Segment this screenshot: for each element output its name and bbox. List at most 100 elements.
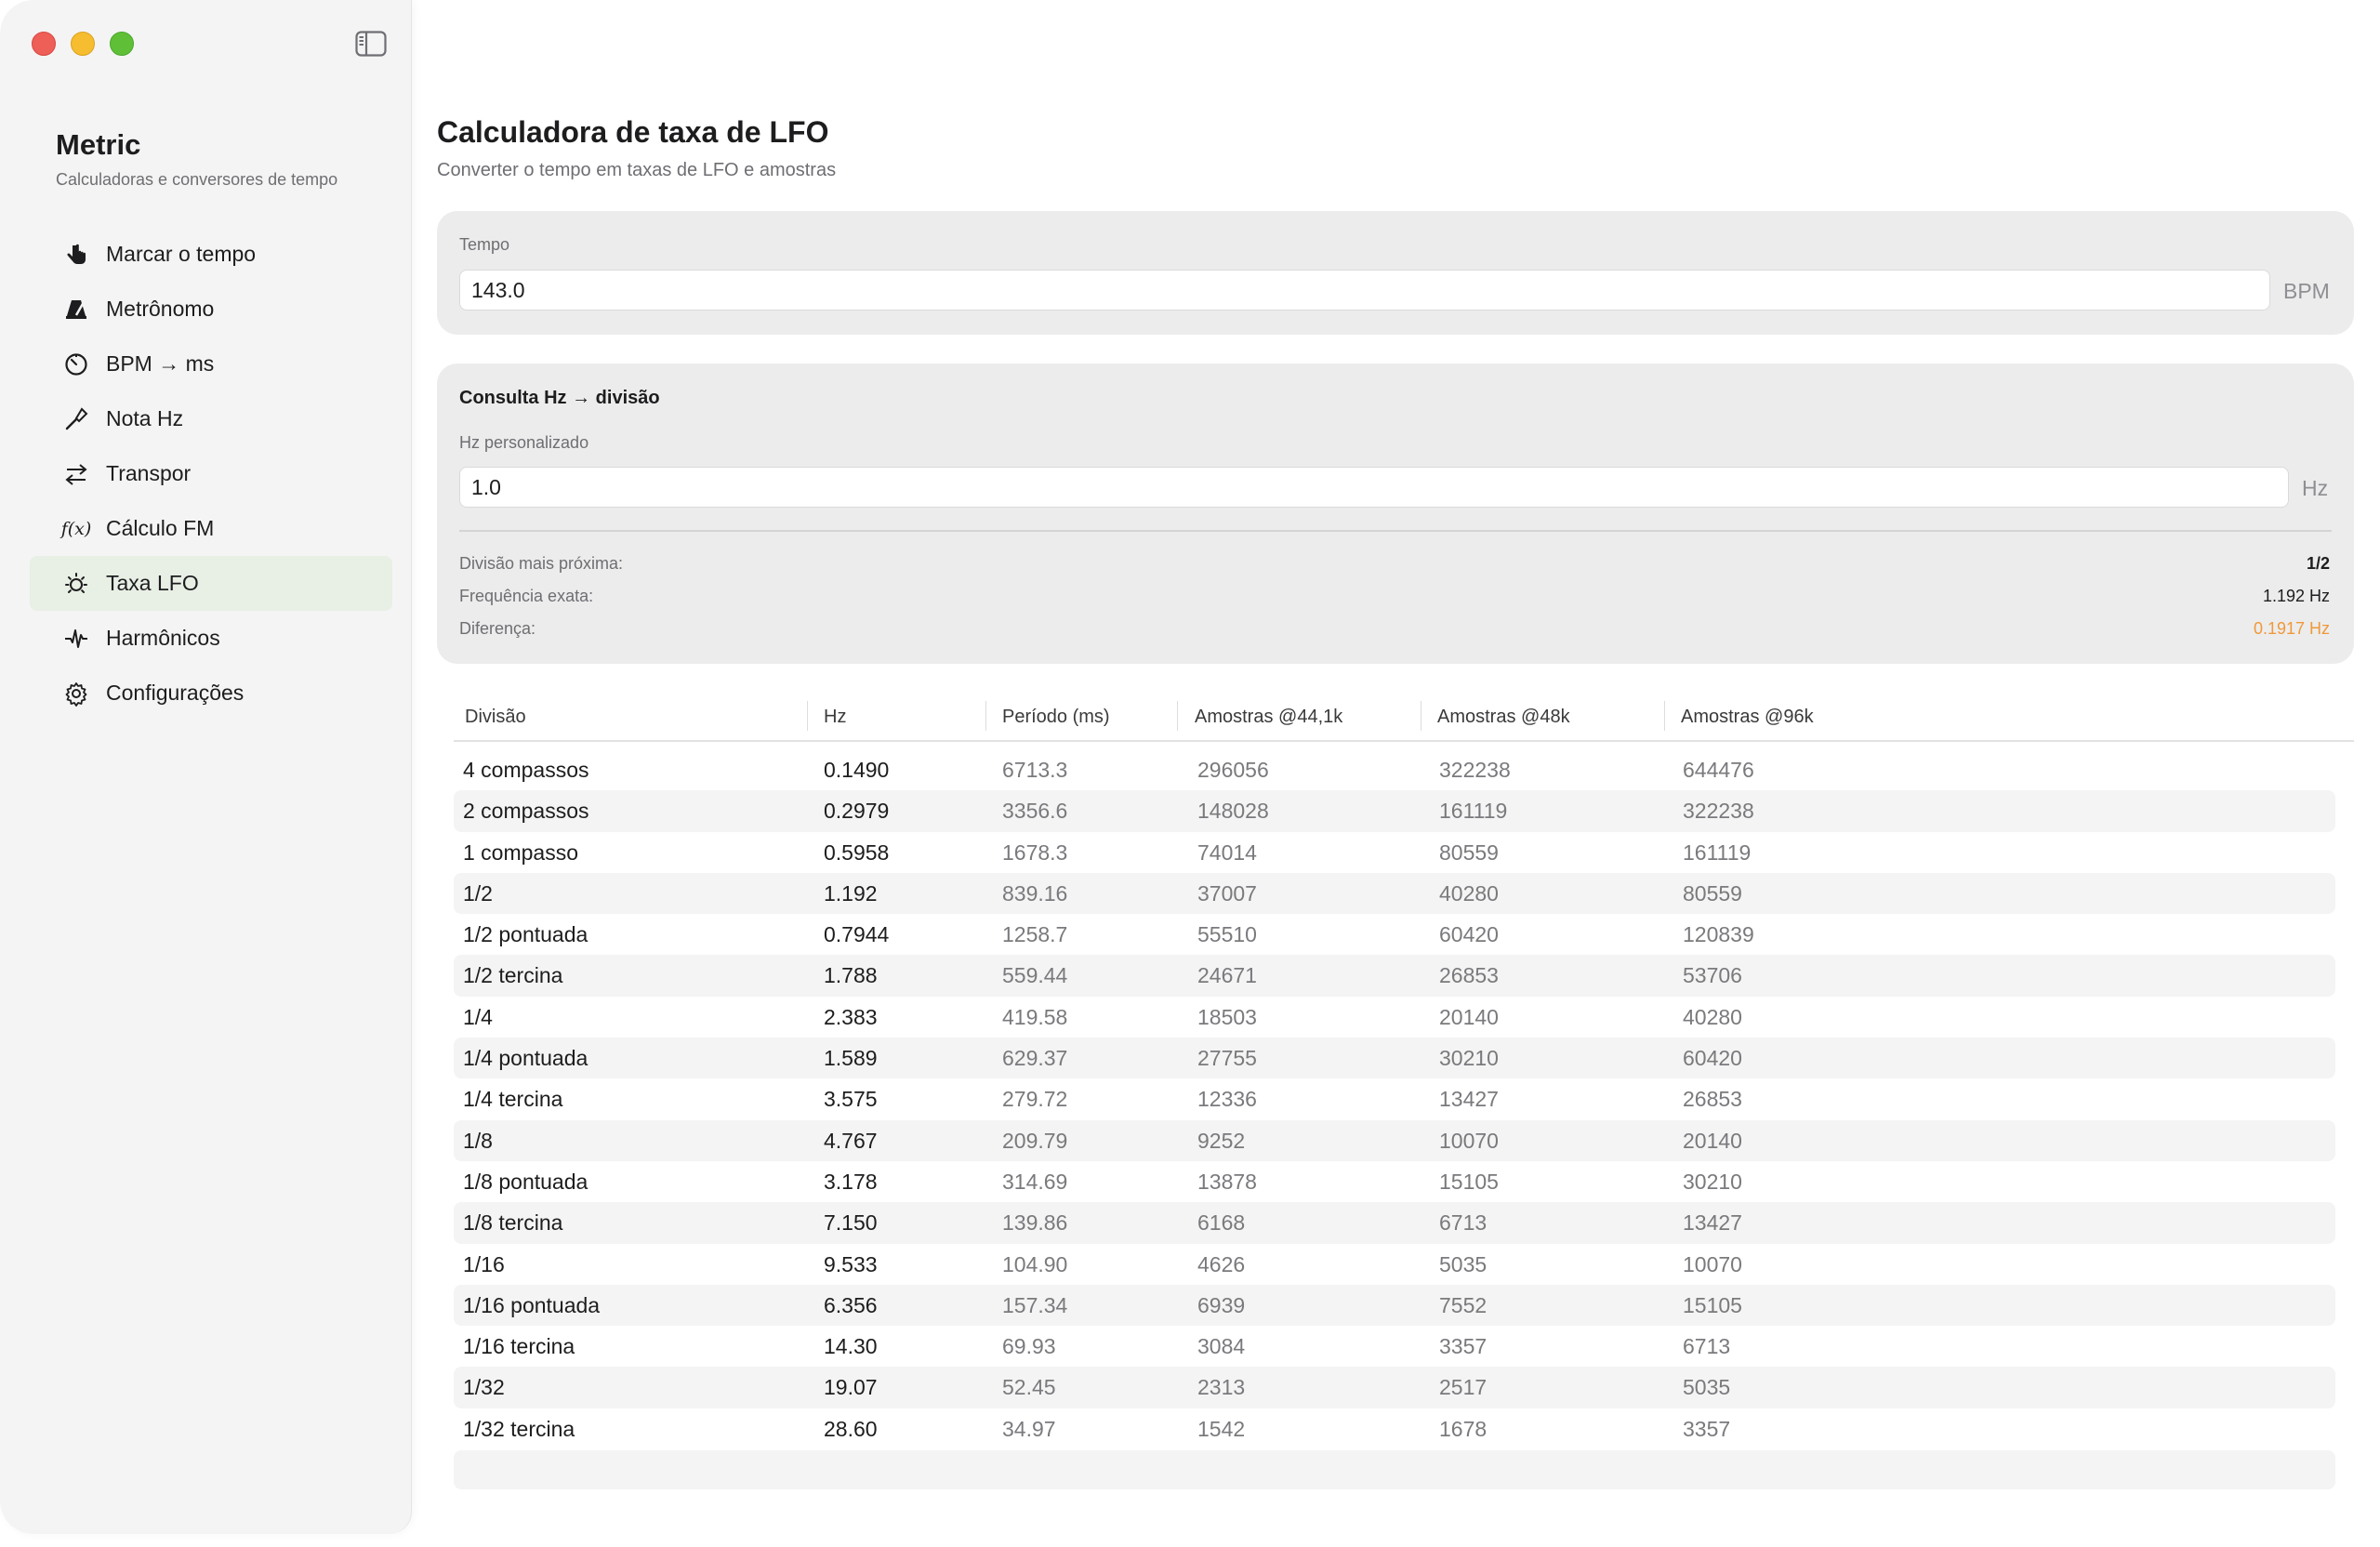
table-row[interactable]: 1/4 pontuada 1.589 629.37 27755 30210 60420 [454, 1038, 2335, 1079]
table-cell: 24671 [1197, 963, 1257, 988]
table-cell: 26853 [1683, 1087, 1742, 1112]
table-row[interactable]: 1/2 pontuada 0.7944 1258.7 55510 60420 120839 [454, 914, 2335, 955]
table-cell: 296056 [1197, 758, 1269, 782]
table-row[interactable]: 1 compasso 0.5958 1678.3 74014 80559 161119 [454, 832, 2335, 873]
transpose-arrows-icon [61, 459, 91, 489]
page-title: Calculadora de taxa de LFO [437, 115, 829, 149]
table-row[interactable]: 4 compassos 0.1490 6713.3 296056 322238 64447… [454, 749, 2335, 790]
custom-hz-unit: Hz [2302, 476, 2329, 500]
custom-hz-input[interactable]: 1.0 [459, 467, 2289, 508]
sidebar-item-label: Marcar o tempo [106, 242, 257, 266]
difference-row: Diferença: 0.1917 Hz [459, 615, 2330, 642]
table-row[interactable]: 1/16 pontuada 6.356 157.34 6939 7552 15105 [454, 1284, 2335, 1327]
table-cell: 13427 [1439, 1087, 1499, 1112]
table-cell: 34.97 [1002, 1416, 1056, 1441]
table-row[interactable]: 1/2 1.192 839.16 37007 40280 80559 [454, 872, 2335, 915]
table-cell: 4 compassos [463, 758, 589, 782]
sidebar-item-marcar-o-tempo[interactable]: Marcar o tempo [30, 227, 392, 282]
table-cell: 0.2979 [824, 799, 890, 824]
hz-lookup-card: Consulta Hz → divisão Hz personalizado 1… [437, 364, 2354, 664]
close-window-button[interactable] [32, 32, 56, 56]
table-cell: 4626 [1197, 1251, 1246, 1276]
column-header-divisao[interactable]: Divisão [465, 703, 526, 731]
table-cell: 12336 [1197, 1087, 1257, 1112]
table-cell: 0.7944 [824, 922, 890, 947]
tempo-input[interactable]: 143.0 [459, 270, 2270, 311]
minimize-window-button[interactable] [71, 32, 95, 56]
table-row[interactable]: 1/8 pontuada 3.178 314.69 13878 15105 30210 [454, 1161, 2335, 1202]
table-row[interactable]: 1/4 2.383 419.58 18503 20140 40280 [454, 997, 2335, 1038]
lfo-sun-icon [61, 569, 91, 599]
table-cell: 2 compassos [463, 799, 589, 824]
column-header-amostras-44k[interactable]: Amostras @44,1k [1195, 703, 1342, 731]
sidebar-item-label: Taxa LFO [106, 571, 199, 595]
app-title: Metric [56, 128, 141, 161]
table-row[interactable]: 1/8 tercina 7.150 139.86 6168 6713 13427 [454, 1202, 2335, 1244]
table-cell: 20140 [1439, 1004, 1499, 1029]
table-row[interactable]: 1/16 tercina 14.30 69.93 3084 3357 6713 [454, 1326, 2335, 1367]
table-body: 4 compassos 0.1490 6713.3 296056 322238 64447… [454, 749, 2354, 1449]
nearest-division-value: 1/2 [2306, 553, 2330, 573]
table-cell: 1 compasso [463, 840, 579, 865]
app-subtitle: Calculadoras e conversores de tempo [56, 170, 338, 189]
table-cell: 559.44 [1002, 963, 1068, 988]
column-header-periodo[interactable]: Período (ms) [1002, 703, 1110, 731]
sidebar-item-taxa-lfo[interactable]: Taxa LFO [30, 556, 392, 611]
table-cell: 9252 [1197, 1128, 1246, 1153]
table-cell: 120839 [1683, 922, 1754, 947]
sidebar-item-calculo-fm[interactable]: f(x) Cálculo FM [30, 501, 392, 556]
tempo-card: Tempo 143.0 BPM [437, 211, 2354, 335]
table-cell: 3.178 [824, 1169, 878, 1194]
sidebar-item-harmonicos[interactable]: Harmônicos [30, 611, 392, 666]
sidebar-item-label: Metrônomo [106, 297, 215, 321]
zoom-window-button[interactable] [110, 32, 134, 56]
waveform-icon [61, 624, 91, 654]
sidebar-toggle-icon[interactable] [355, 31, 387, 57]
exact-frequency-label: Frequência exata: [459, 586, 594, 605]
table-cell: 6.356 [824, 1292, 878, 1317]
sidebar-item-label: Nota Hz [106, 406, 184, 430]
table-cell: 157.34 [1002, 1292, 1068, 1317]
table-cell: 60420 [1439, 922, 1499, 947]
column-header-hz[interactable]: Hz [824, 703, 846, 731]
table-cell: 7552 [1439, 1292, 1488, 1317]
table-row[interactable]: 1/8 4.767 209.79 9252 10070 20140 [454, 1119, 2335, 1161]
table-cell: 27755 [1197, 1046, 1257, 1071]
table-cell: 15105 [1683, 1292, 1742, 1317]
sidebar-item-nota-hz[interactable]: Nota Hz [30, 391, 392, 446]
table-row[interactable]: 1/4 tercina 3.575 279.72 12336 13427 26853 [454, 1078, 2335, 1119]
table-row[interactable]: 1/2 tercina 1.788 559.44 24671 26853 53706 [454, 955, 2335, 997]
table-cell: 3357 [1683, 1416, 1731, 1441]
table-cell: 2517 [1439, 1375, 1488, 1400]
table-cell: 148028 [1197, 799, 1269, 824]
tap-hand-icon [61, 240, 91, 270]
table-cell: 1/4 pontuada [463, 1046, 588, 1071]
table-cell: 1542 [1197, 1416, 1246, 1441]
difference-value: 0.1917 Hz [2253, 618, 2330, 638]
table-cell: 28.60 [824, 1416, 878, 1441]
column-separator [1664, 701, 1665, 731]
table-row[interactable]: 1/32 19.07 52.45 2313 2517 5035 [454, 1367, 2335, 1408]
table-cell: 69.93 [1002, 1334, 1056, 1359]
table-cell: 1/8 [463, 1128, 493, 1153]
table-cell: 1/2 [463, 880, 493, 906]
column-header-amostras-48k[interactable]: Amostras @48k [1437, 703, 1570, 731]
table-cell: 1678 [1439, 1416, 1488, 1441]
table-cell: 104.90 [1002, 1251, 1068, 1276]
tempo-unit: BPM [2283, 279, 2330, 303]
sidebar-item-metronomo[interactable]: Metrônomo [30, 282, 392, 337]
table-row[interactable]: 1/16 9.533 104.90 4626 5035 10070 [454, 1244, 2335, 1285]
difference-label: Diferença: [459, 618, 536, 638]
sidebar-item-bpm-ms[interactable]: BPM → ms [30, 337, 392, 391]
table-cell: 3084 [1197, 1334, 1246, 1359]
table-row[interactable]: 1/32 tercina 28.60 34.97 1542 1678 3357 [454, 1408, 2335, 1449]
table-cell: 2.383 [824, 1004, 878, 1029]
table-cell: 161119 [1683, 840, 1752, 865]
column-header-amostras-96k[interactable]: Amostras @96k [1681, 703, 1814, 731]
sidebar-item-transpor[interactable]: Transpor [30, 446, 392, 501]
table-cell: 53706 [1683, 963, 1742, 988]
table-row[interactable]: 2 compassos 0.2979 3356.6 148028 161119 32223… [454, 790, 2335, 832]
sidebar-item-label: Cálculo FM [106, 516, 215, 540]
page-subtitle: Converter o tempo em taxas de LFO e amos… [437, 160, 837, 180]
sidebar-item-configuracoes[interactable]: Configurações [30, 666, 392, 721]
